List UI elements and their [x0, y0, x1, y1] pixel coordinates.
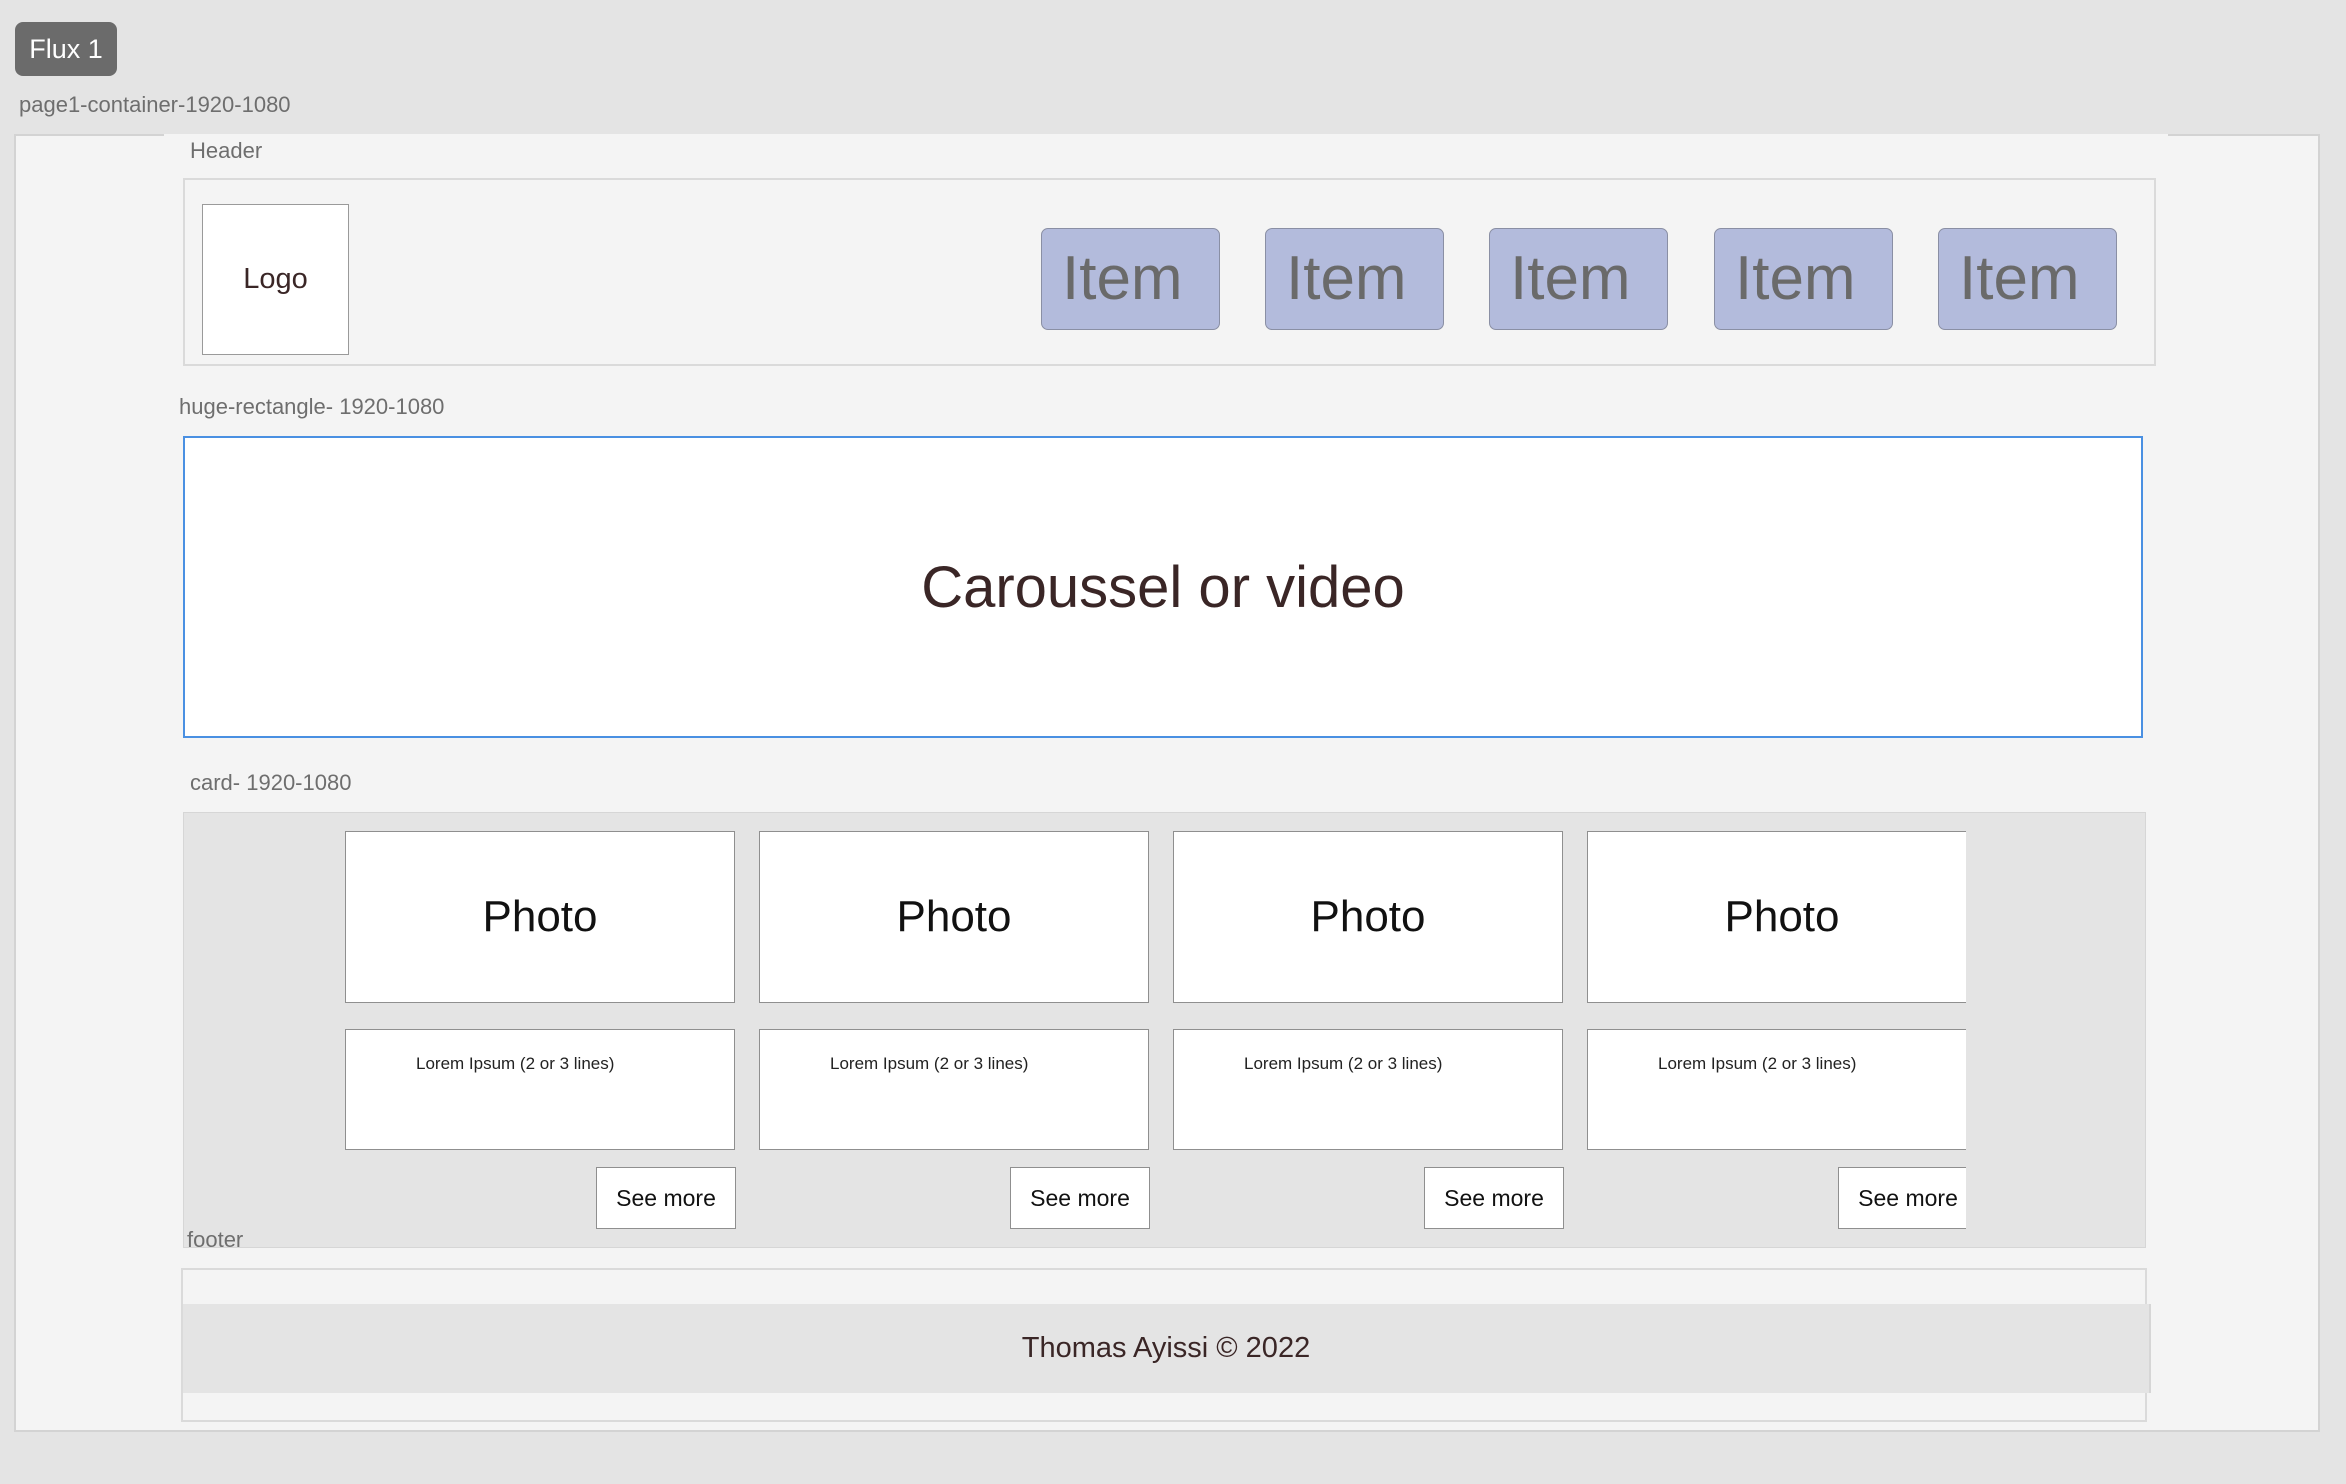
- card-text: Lorem Ipsum (2 or 3 lines): [1587, 1029, 1966, 1150]
- footer-text: Thomas Ayissi © 2022: [1021, 1332, 1311, 1364]
- flow-badge[interactable]: Flux 1: [15, 22, 117, 76]
- nav-item-1[interactable]: Item: [1041, 228, 1220, 330]
- card-photo-label: Photo: [896, 892, 1012, 941]
- see-more-button[interactable]: See more: [596, 1167, 736, 1229]
- cards-frame-label[interactable]: card- 1920-1080: [190, 772, 351, 794]
- card-photo-label: Photo: [1724, 892, 1840, 941]
- hero-frame-label[interactable]: huge-rectangle- 1920-1080: [179, 396, 444, 418]
- cards-row: Photo Lorem Ipsum (2 or 3 lines) See mor…: [330, 820, 1966, 1240]
- footer-frame-label[interactable]: footer: [187, 1229, 243, 1251]
- nav-item-3[interactable]: Item: [1489, 228, 1668, 330]
- hero-carousel[interactable]: Caroussel or video: [183, 436, 2143, 738]
- nav-item-4[interactable]: Item: [1714, 228, 1893, 330]
- logo[interactable]: Logo: [202, 204, 349, 355]
- nav-item-5[interactable]: Item: [1938, 228, 2117, 330]
- card-text: Lorem Ipsum (2 or 3 lines): [1173, 1029, 1563, 1150]
- see-more-button[interactable]: See more: [1010, 1167, 1150, 1229]
- card-photo[interactable]: Photo: [1173, 831, 1563, 1003]
- card-text: Lorem Ipsum (2 or 3 lines): [345, 1029, 735, 1150]
- card-text: Lorem Ipsum (2 or 3 lines): [759, 1029, 1149, 1150]
- nav-item-2[interactable]: Item: [1265, 228, 1444, 330]
- card-photo[interactable]: Photo: [759, 831, 1149, 1003]
- page-frame-label[interactable]: page1-container-1920-1080: [19, 94, 291, 116]
- card-photo-label: Photo: [1310, 892, 1426, 941]
- hero-text: Caroussel or video: [921, 554, 1405, 620]
- card-photo[interactable]: Photo: [345, 831, 735, 1003]
- footer-bar: Thomas Ayissi © 2022: [183, 1304, 2151, 1393]
- see-more-button[interactable]: See more: [1424, 1167, 1564, 1229]
- card-photo-label: Photo: [482, 892, 598, 941]
- card-photo[interactable]: Photo: [1587, 831, 1966, 1003]
- header-frame-label[interactable]: Header: [190, 140, 262, 162]
- see-more-button[interactable]: See more: [1838, 1167, 1966, 1229]
